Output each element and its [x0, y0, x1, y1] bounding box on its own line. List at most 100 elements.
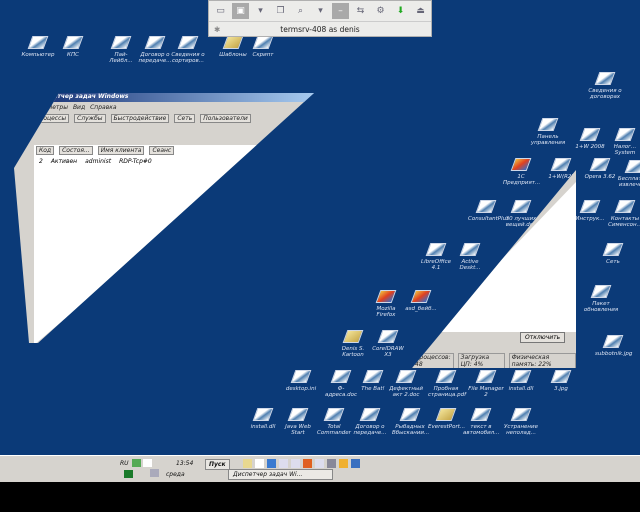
quick-launch-icon[interactable]	[339, 459, 348, 468]
desktop-icon-label: 1С Предприят...	[503, 174, 541, 186]
desktop-icon-label: install.dll	[250, 424, 276, 430]
tab-network[interactable]: Сеть	[174, 114, 196, 123]
desktop-icon[interactable]: Сведения о договорах	[587, 72, 623, 100]
desktop-icon[interactable]: 1+W 2008	[572, 128, 608, 150]
desktop-icon[interactable]: текст в автомобил...	[463, 408, 499, 436]
col-client[interactable]: Имя клиента	[97, 146, 145, 155]
desktop-icon[interactable]: Панель управления	[530, 118, 566, 146]
clock-time[interactable]: 13:54	[176, 460, 193, 467]
col-id[interactable]: Код	[36, 146, 55, 155]
quick-launch-icon[interactable]	[279, 459, 288, 468]
file-icon	[590, 285, 612, 298]
quick-launch-icon[interactable]	[315, 459, 324, 468]
tray-icon[interactable]	[150, 469, 159, 477]
desktop-icon[interactable]: File Manager 2	[468, 370, 504, 398]
file-icon	[425, 243, 447, 256]
desktop-icon[interactable]: Java Web Start	[280, 408, 316, 436]
quick-launch-icon[interactable]	[327, 459, 336, 468]
desktop-icon[interactable]: Инструк...	[572, 200, 608, 222]
tab-users[interactable]: Пользователи	[200, 114, 251, 123]
desktop-icon[interactable]: ConsultantPlus	[468, 200, 509, 222]
desktop-icon[interactable]: LibreOffice 4.1	[418, 243, 454, 271]
file-icon	[177, 36, 199, 49]
tab-services[interactable]: Службы	[74, 114, 106, 123]
windows-icon[interactable]: ❐	[272, 3, 289, 19]
remote-toolbar: ▭ ▣ ▾ ❐ ⌕ ▾ – ⇆ ⚙ ⬇ ⏏ ✱ termsrv-408 as denis	[208, 0, 432, 37]
tab-performance[interactable]: Быстродействие	[110, 114, 170, 123]
desktop-icon[interactable]: Контакты Сименсон...	[607, 200, 640, 228]
settings-icon[interactable]: ⚙	[372, 3, 389, 19]
language-indicator[interactable]: RU	[120, 460, 129, 467]
desktop-icon[interactable]: install.dll	[503, 370, 539, 392]
status-bar: Процессов: 48 Загрузка ЦП: 4% Физическая…	[412, 353, 576, 368]
desktop-icon-label: Дефектный акт 2.doc	[389, 386, 423, 398]
desktop-icon[interactable]: Рыбадных Вбыскании...	[392, 408, 429, 436]
quick-launch-icon[interactable]	[267, 459, 276, 468]
desktop-icon[interactable]: CorelDRAW X3	[370, 330, 406, 358]
menu-view[interactable]: Вид	[73, 104, 85, 111]
file-icon	[510, 370, 532, 383]
tray-icon[interactable]	[143, 459, 152, 467]
quick-launch-icon[interactable]	[303, 459, 312, 468]
desktop-icon[interactable]: Mozilla Firefox	[368, 290, 404, 318]
desktop-icon-label: Пай-Лейбл...	[109, 52, 133, 64]
desktop-icon[interactable]: Бесплатное извлечен...	[617, 160, 640, 188]
desktop-icon[interactable]: КПС	[55, 36, 91, 58]
desktop-icon[interactable]: Пай-Лейбл...	[103, 36, 139, 64]
table-row[interactable]: 2 Активен administ RDP-Tcp#0	[34, 158, 269, 165]
desktop-icon[interactable]: install.dll	[245, 408, 281, 430]
desktop-icon-label: subbotnik.jpg	[595, 351, 633, 357]
desktop-icon-label: Устранение неполад...	[504, 424, 538, 436]
minimize-icon[interactable]: –	[332, 3, 349, 19]
desktop-icon[interactable]: Сведения о сортиров...	[170, 36, 206, 64]
desktop-icon[interactable]: EverestPort...	[428, 408, 465, 430]
desktop-icon[interactable]: Пакет обновления	[583, 285, 619, 313]
disconnect-icon[interactable]: ⏏	[412, 3, 429, 19]
desktop-icon[interactable]: Скрипт	[245, 36, 281, 58]
desktop-icon[interactable]: Пробная страница.pdf	[428, 370, 466, 398]
menu-help[interactable]: Справка	[90, 104, 116, 111]
desktop-icon-label: Сеть	[606, 259, 620, 265]
desktop-icon[interactable]: The Bat!	[355, 370, 391, 392]
desktop-icon[interactable]: Договор о передаче...	[352, 408, 388, 436]
desktop-icon[interactable]: Компьютер	[20, 36, 56, 58]
quick-launch-icon[interactable]	[351, 459, 360, 468]
desktop-icon[interactable]: Налог... System	[607, 128, 640, 156]
disconnect-button[interactable]: Отключить	[520, 332, 566, 343]
fullscreen-icon[interactable]: ▣	[232, 3, 249, 19]
desktop-icon[interactable]: subbotnik.jpg	[595, 335, 633, 357]
col-session[interactable]: Сеанс	[149, 146, 175, 155]
desktop-icon[interactable]: Дефектный акт 2.doc	[388, 370, 424, 398]
pin-icon[interactable]: ✱	[214, 22, 220, 37]
quick-launch-icon[interactable]	[255, 459, 264, 468]
switch-icon[interactable]: ⇆	[352, 3, 369, 19]
quick-launch-icon[interactable]	[243, 459, 252, 468]
start-button[interactable]: Пуск	[205, 459, 230, 470]
desktop-icon-label: asd_бейб...	[405, 306, 437, 312]
desktop-icon[interactable]: Denis S. Kartoon	[335, 330, 371, 358]
download-icon[interactable]: ⬇	[392, 3, 409, 19]
desktop-icon[interactable]: Ф-адреса.doc	[323, 370, 359, 398]
quick-launch-icon[interactable]	[291, 459, 300, 468]
zoom-icon[interactable]: ⌕	[292, 3, 309, 19]
desktop-icon[interactable]: Active Deskt...	[452, 243, 488, 271]
dropdown-icon[interactable]: ▾	[252, 3, 269, 19]
dropdown-icon[interactable]: ▾	[312, 3, 329, 19]
desktop-icon[interactable]: Договор о передаче...	[137, 36, 173, 64]
taskbar-window-task-manager[interactable]: Диспетчер задач Wi...	[228, 469, 333, 480]
tray-icon[interactable]	[132, 459, 141, 467]
desktop-icon[interactable]: desktop.ini	[283, 370, 319, 392]
desktop-icon[interactable]: 3.jpg	[543, 370, 579, 392]
tray-icon[interactable]	[124, 470, 133, 478]
file-icon	[62, 36, 84, 49]
window-icon[interactable]: ▭	[212, 3, 229, 19]
desktop-icon[interactable]: Сеть	[595, 243, 631, 265]
desktop-icon[interactable]: 1С Предприят...	[503, 158, 541, 186]
desktop-icon[interactable]: Устранение неполад...	[503, 408, 539, 436]
desktop-icon[interactable]: Opera 3.62	[582, 158, 618, 180]
col-status[interactable]: Состоя...	[59, 146, 93, 155]
desktop-icon[interactable]: asd_бейб...	[403, 290, 439, 312]
desktop-icon[interactable]: Total Commander	[316, 408, 352, 436]
window-title: Диспетчер задач Windows	[14, 93, 314, 102]
desktop-icon-label: desktop.ini	[285, 386, 317, 392]
